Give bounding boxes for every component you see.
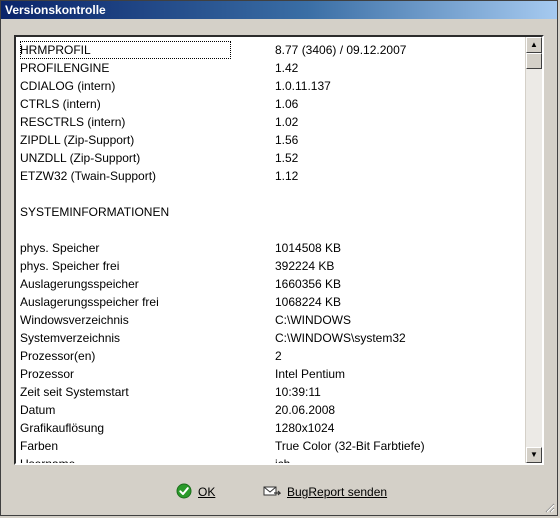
row-value: ich — [275, 457, 291, 465]
row-key: Windowsverzeichnis — [20, 313, 129, 327]
list-row[interactable]: Auslagerungsspeicher 1660356 KB — [20, 275, 525, 293]
version-list[interactable]: HRMPROFIL 8.77 (3406) / 09.12.2007 PROFILE… — [14, 35, 544, 465]
row-key: Grafikauflösung — [20, 421, 105, 435]
list-row[interactable]: CTRLS (intern) 1.06 — [20, 95, 525, 113]
list-row[interactable]: HRMPROFIL 8.77 (3406) / 09.12.2007 — [20, 41, 525, 59]
row-key: ETZW32 (Twain-Support) — [20, 169, 157, 183]
ok-label: OK — [198, 485, 216, 499]
row-key: CTRLS (intern) — [20, 97, 101, 111]
list-row[interactable] — [20, 221, 525, 239]
row-value: 1.0.11.137 — [275, 79, 331, 93]
row-value: 1.12 — [275, 169, 299, 183]
list-row[interactable]: Username ich — [20, 455, 525, 465]
list-row[interactable]: SYSTEMINFORMATIONEN — [20, 203, 525, 221]
list-row[interactable]: Windowsverzeichnis C:\WINDOWS — [20, 311, 525, 329]
title-bar[interactable]: Versionskontrolle — [1, 1, 557, 19]
bugreport-button[interactable]: BugReport senden — [263, 479, 387, 505]
resize-grip-icon[interactable] — [543, 501, 555, 513]
list-row[interactable]: UNZDLL (Zip-Support) 1.52 — [20, 149, 525, 167]
check-circle-icon — [176, 483, 192, 502]
row-value: 392224 KB — [275, 259, 335, 273]
row-value: 1068224 KB — [275, 295, 342, 309]
list-row[interactable]: Farben True Color (32-Bit Farbtiefe) — [20, 437, 525, 455]
row-key: PROFILENGINE — [20, 61, 110, 75]
row-value: 8.77 (3406) / 09.12.2007 — [275, 43, 407, 57]
bug-send-icon — [263, 483, 282, 502]
row-key: Zeit seit Systemstart — [20, 385, 129, 399]
scroll-up-button[interactable]: ▲ — [526, 37, 542, 53]
list-row[interactable]: Zeit seit Systemstart 10:39:11 — [20, 383, 525, 401]
row-value: Intel Pentium — [275, 367, 346, 381]
row-key: ZIPDLL (Zip-Support) — [20, 133, 135, 147]
arrow-up-icon: ▲ — [530, 40, 538, 49]
bugreport-label: BugReport senden — [287, 485, 388, 499]
row-key: RESCTRLS (intern) — [20, 115, 126, 129]
list-row[interactable]: Grafikauflösung 1280x1024 — [20, 419, 525, 437]
row-value: 1.02 — [275, 115, 299, 129]
row-value: C:\WINDOWS — [275, 313, 351, 327]
row-value: True Color (32-Bit Farbtiefe) — [275, 439, 425, 453]
row-key: Auslagerungsspeicher frei — [20, 295, 159, 309]
row-value: 1.52 — [275, 151, 299, 165]
row-key: SYSTEMINFORMATIONEN — [20, 205, 170, 219]
row-value: 2 — [275, 349, 282, 363]
row-key: Systemverzeichnis — [20, 331, 121, 345]
row-value: 1280x1024 — [275, 421, 335, 435]
row-key: phys. Speicher frei — [20, 259, 120, 273]
list-row[interactable]: Datum 20.06.2008 — [20, 401, 525, 419]
version-rows: HRMPROFIL 8.77 (3406) / 09.12.2007 PROFILE… — [20, 41, 525, 465]
row-key: Auslagerungsspeicher — [20, 277, 139, 291]
list-row[interactable]: RESCTRLS (intern) 1.02 — [20, 113, 525, 131]
row-key: Datum — [20, 403, 56, 417]
row-key: phys. Speicher — [20, 241, 100, 255]
row-key: Username — [20, 457, 76, 465]
row-value: 1.42 — [275, 61, 299, 75]
list-row[interactable]: phys. Speicher frei 392224 KB — [20, 257, 525, 275]
list-row[interactable]: Auslagerungsspeicher frei 1068224 KB — [20, 293, 525, 311]
row-value: 10:39:11 — [275, 385, 321, 399]
scrollbar-thumb[interactable] — [526, 53, 542, 69]
list-row[interactable]: PROFILENGINE 1.42 — [20, 59, 525, 77]
vertical-scrollbar[interactable]: ▲ ▼ — [525, 37, 542, 463]
row-key: HRMPROFIL — [20, 41, 231, 59]
window-title: Versionskontrolle — [5, 3, 106, 17]
row-key: CDIALOG (intern) — [20, 79, 116, 93]
list-row[interactable]: ETZW32 (Twain-Support) 1.12 — [20, 167, 525, 185]
arrow-down-icon: ▼ — [530, 450, 538, 459]
row-key: Prozessor — [20, 367, 75, 381]
row-key: Farben — [20, 439, 59, 453]
list-row[interactable]: Prozessor Intel Pentium — [20, 365, 525, 383]
list-row[interactable] — [20, 185, 525, 203]
row-value: 1.06 — [275, 97, 299, 111]
row-key: UNZDLL (Zip-Support) — [20, 151, 141, 165]
row-value: 1660356 KB — [275, 277, 342, 291]
list-row[interactable]: ZIPDLL (Zip-Support) 1.56 — [20, 131, 525, 149]
list-row[interactable]: CDIALOG (intern) 1.0.11.137 — [20, 77, 525, 95]
row-value: C:\WINDOWS\system32 — [275, 331, 406, 345]
ok-button[interactable]: OK — [176, 479, 215, 505]
list-row[interactable]: Prozessor(en) 2 — [20, 347, 525, 365]
row-value: 1.56 — [275, 133, 299, 147]
list-row[interactable]: Systemverzeichnis C:\WINDOWS\system32 — [20, 329, 525, 347]
scroll-down-button[interactable]: ▼ — [526, 447, 542, 463]
row-key: Prozessor(en) — [20, 349, 96, 363]
list-row[interactable]: phys. Speicher 1014508 KB — [20, 239, 525, 257]
version-dialog: Versionskontrolle HRMPROFIL 8.77 (3406) /… — [0, 0, 558, 516]
row-value: 1014508 KB — [275, 241, 342, 255]
row-value: 20.06.2008 — [275, 403, 336, 417]
